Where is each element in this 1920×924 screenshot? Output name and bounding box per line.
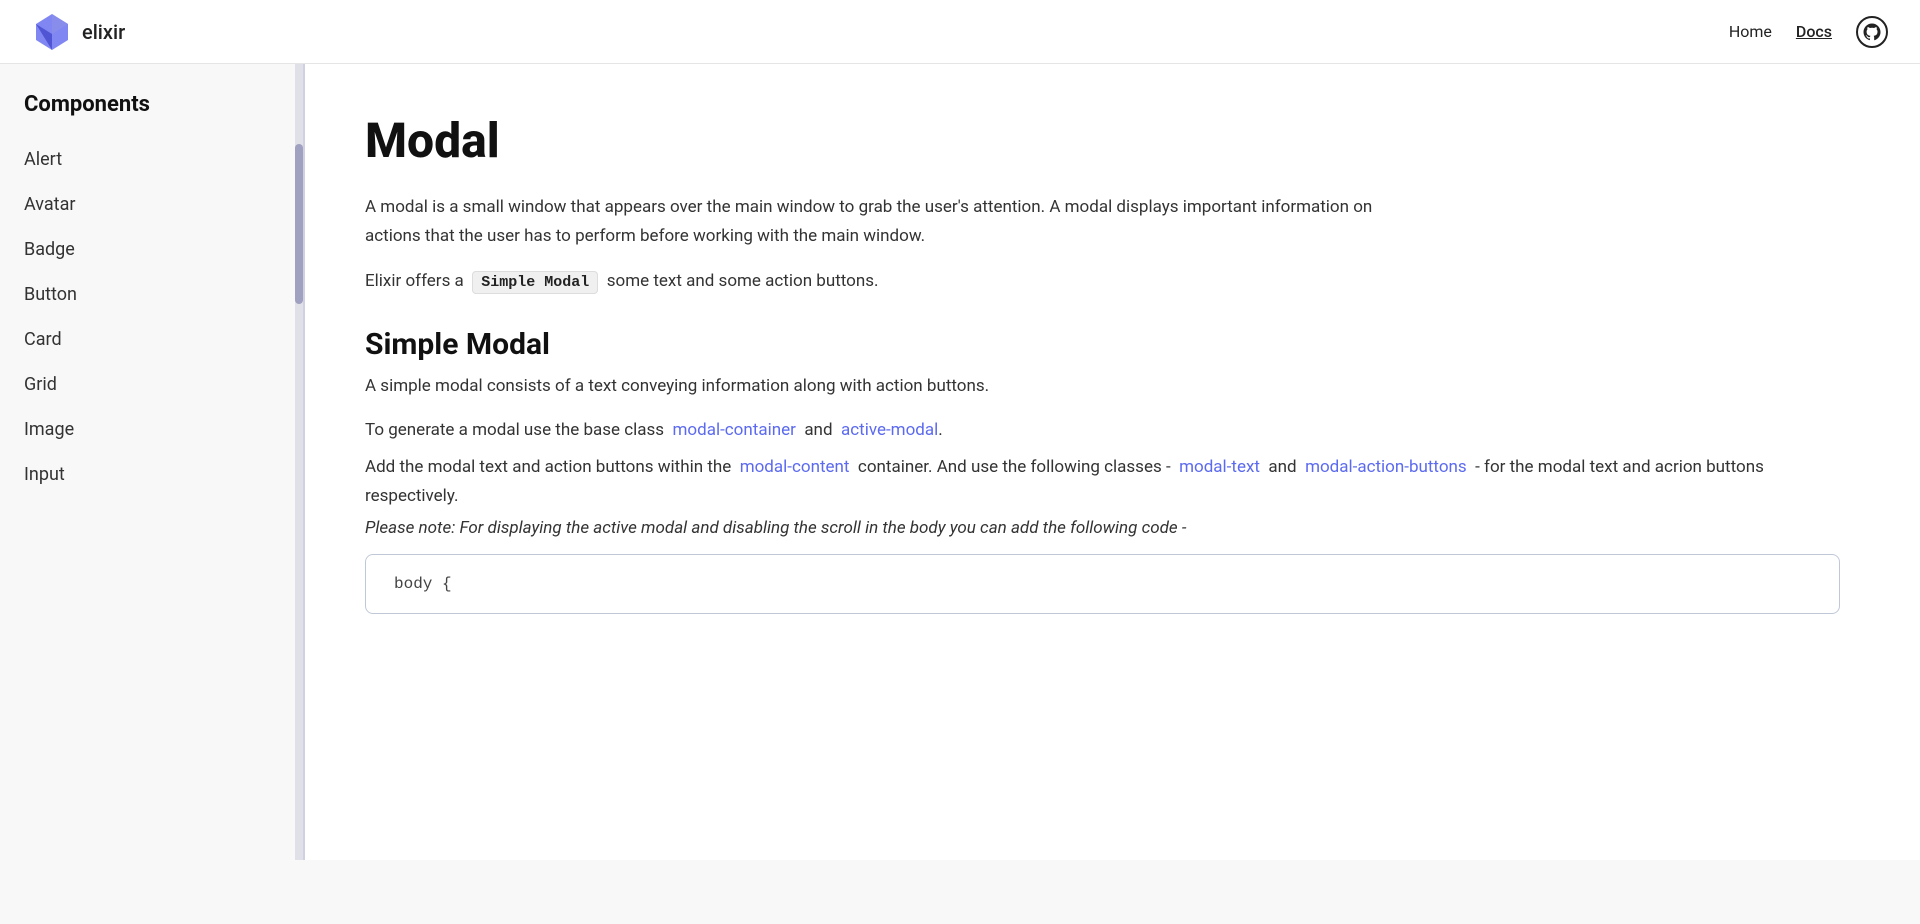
page-title: Modal xyxy=(365,112,1840,169)
code-line-1: body { xyxy=(394,575,1811,593)
sidebar-scrollbar-thumb xyxy=(295,144,303,304)
offers-text-after: some text and some action buttons. xyxy=(607,271,879,291)
instruction2-before: Add the modal text and action buttons wi… xyxy=(365,457,731,477)
offers-text-before: Elixir offers a xyxy=(365,271,464,291)
modal-text-link[interactable]: modal-text xyxy=(1179,457,1260,477)
section1-title: Simple Modal xyxy=(365,327,1840,362)
sidebar-scrollbar[interactable] xyxy=(295,64,303,860)
header: elixir Home Docs xyxy=(0,0,1920,64)
active-modal-link[interactable]: active-modal xyxy=(841,420,938,440)
header-nav: Home Docs xyxy=(1729,16,1888,48)
instruction1-before: To generate a modal use the base class xyxy=(365,420,664,440)
code-block: body { xyxy=(365,554,1840,614)
layout: Components Alert Avatar Badge Button Car… xyxy=(0,64,1920,860)
instruction1-mid: and xyxy=(804,420,832,440)
offers-text: Elixir offers a Simple Modal some text a… xyxy=(365,271,1840,291)
logo-icon xyxy=(32,12,72,52)
sidebar-item-alert[interactable]: Alert xyxy=(24,137,303,182)
intro-paragraph: A modal is a small window that appears o… xyxy=(365,193,1415,251)
sidebar-title: Components xyxy=(24,92,303,117)
section1-desc: A simple modal consists of a text convey… xyxy=(365,376,1840,396)
modal-action-buttons-link[interactable]: modal-action-buttons xyxy=(1305,457,1467,477)
sidebar-item-avatar[interactable]: Avatar xyxy=(24,182,303,227)
github-icon[interactable] xyxy=(1856,16,1888,48)
sidebar-item-input[interactable]: Input xyxy=(24,452,303,497)
sidebar: Components Alert Avatar Badge Button Car… xyxy=(0,64,305,860)
sidebar-item-grid[interactable]: Grid xyxy=(24,362,303,407)
note-text: Please note: For displaying the active m… xyxy=(365,518,1840,538)
offers-inline-code: Simple Modal xyxy=(472,271,598,294)
sidebar-item-card[interactable]: Card xyxy=(24,317,303,362)
instruction2-mid: container. And use the following classes… xyxy=(858,457,1171,477)
logo-area: elixir xyxy=(32,12,125,52)
sidebar-item-image[interactable]: Image xyxy=(24,407,303,452)
logo-text: elixir xyxy=(82,20,125,44)
main-content: Modal A modal is a small window that app… xyxy=(305,64,1920,860)
sidebar-item-button[interactable]: Button xyxy=(24,272,303,317)
modal-content-link[interactable]: modal-content xyxy=(740,457,850,477)
nav-home[interactable]: Home xyxy=(1729,22,1772,41)
instruction1-after: . xyxy=(938,420,942,440)
instruction1: To generate a modal use the base class m… xyxy=(365,416,1840,445)
instruction2: Add the modal text and action buttons wi… xyxy=(365,453,1840,511)
modal-container-link[interactable]: modal-container xyxy=(673,420,796,440)
sidebar-item-badge[interactable]: Badge xyxy=(24,227,303,272)
instruction2-mid2: and xyxy=(1268,457,1296,477)
nav-docs[interactable]: Docs xyxy=(1796,22,1832,41)
